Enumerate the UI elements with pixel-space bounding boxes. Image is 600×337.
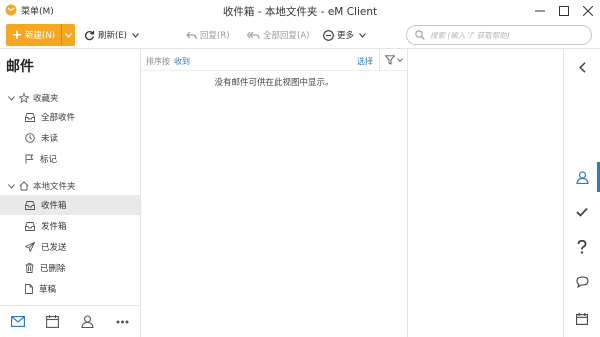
more-button[interactable]: 更多	[323, 29, 369, 41]
inbox-icon	[25, 200, 35, 210]
nav-mail-button[interactable]	[0, 306, 35, 337]
sort-label: 排序按	[146, 57, 170, 66]
more-icon	[116, 320, 129, 323]
chevron-down-icon	[396, 58, 403, 62]
reply-button[interactable]: 回复(R)	[186, 29, 230, 41]
nav-more-button[interactable]	[105, 306, 140, 337]
maximize-button[interactable]	[552, 0, 576, 21]
reply-all-label: 全部回复(A)	[263, 31, 310, 41]
filter-icon	[384, 55, 395, 65]
search-input[interactable]	[430, 30, 580, 40]
nav-calendar-button[interactable]	[35, 306, 70, 337]
sidebar-item-drafts[interactable]: 草稿	[0, 279, 140, 299]
window-title: 收件箱 - 本地文件夹 - eM Client	[222, 6, 378, 18]
chevron-down-icon	[132, 32, 139, 38]
help-button[interactable]	[564, 232, 600, 262]
tasks-button[interactable]	[564, 197, 600, 227]
favorites-label: 收藏夹	[33, 94, 59, 104]
contacts-icon	[81, 315, 94, 328]
new-button[interactable]: + 新建(N)	[6, 24, 75, 46]
chat-button[interactable]	[564, 267, 600, 297]
sort-by-button[interactable]: 收到	[174, 56, 190, 67]
mail-icon	[10, 316, 25, 327]
sidebar-item-label: 已删除	[40, 264, 66, 274]
sidebar-item-deleted[interactable]: 已删除	[0, 258, 140, 278]
sidebar-item-unread[interactable]: 未读	[0, 128, 140, 148]
nav-contacts-button[interactable]	[70, 306, 105, 337]
plus-icon: +	[11, 27, 23, 43]
sidebar-item-inbox[interactable]: 收件箱	[0, 195, 140, 215]
home-icon	[19, 181, 29, 191]
sidebar-item-label: 发件箱	[41, 222, 67, 232]
flag-icon	[25, 154, 34, 164]
sidebar-item-sent[interactable]: 已发送	[0, 237, 140, 257]
chevron-down-icon	[359, 32, 366, 38]
sidebar: 邮件 收藏夹 全部收件 未读 标记 本地文件夹 收件箱 发件箱 已发送 已删除	[0, 49, 141, 337]
outbox-icon	[25, 221, 35, 231]
tasks-check-icon	[576, 207, 588, 217]
sidebar-item-label: 收件箱	[41, 201, 67, 211]
maximize-icon	[559, 5, 569, 16]
send-icon	[25, 242, 35, 252]
sidebar-item-label: 全部收件	[41, 113, 76, 123]
local-folders-group-header[interactable]: 本地文件夹	[8, 180, 76, 192]
more-label: 更多	[337, 31, 355, 41]
search-icon	[415, 30, 425, 40]
module-nav	[0, 305, 140, 337]
sidebar-item-label: 标记	[40, 155, 58, 165]
sidebar-item-all-inbox[interactable]: 全部收件	[0, 107, 140, 127]
calendar-icon	[576, 313, 588, 325]
minimize-icon	[535, 10, 545, 11]
more-circle-icon	[323, 29, 334, 41]
empty-state-text: 没有邮件可供在此视图中显示。	[214, 78, 334, 88]
chat-icon	[575, 276, 589, 288]
toolbar: + 新建(N) 刷新(E) 回复(R) 全部回复(A) 更多 搜索 (输入 '/…	[0, 21, 600, 49]
message-list-header: 排序按 收到 选择	[141, 49, 407, 71]
calendar-icon	[46, 315, 59, 328]
inbox-icon	[25, 112, 35, 122]
sidebar-title: 邮件	[6, 59, 34, 75]
close-button[interactable]	[576, 0, 600, 21]
clock-icon	[25, 133, 35, 143]
select-button[interactable]: 选择	[357, 56, 373, 67]
sidebar-item-outbox[interactable]: 发件箱	[0, 216, 140, 236]
filter-button[interactable]	[379, 49, 407, 71]
chevron-down-icon	[8, 183, 15, 189]
title-bar: 菜单(M) 收件箱 - 本地文件夹 - eM Client	[0, 0, 600, 21]
calendar-panel-button[interactable]	[564, 304, 600, 334]
new-button-label: 新建(N)	[25, 31, 55, 41]
favorites-group-header[interactable]: 收藏夹	[8, 92, 59, 104]
sidebar-item-label: 草稿	[39, 285, 57, 295]
reply-icon	[186, 31, 197, 39]
new-dropdown-button[interactable]	[61, 24, 75, 46]
sidebar-item-label: 未读	[41, 134, 59, 144]
chevron-down-icon	[65, 32, 72, 38]
contact-details-button[interactable]	[564, 162, 600, 192]
trash-icon	[25, 263, 34, 273]
document-icon	[25, 284, 33, 294]
close-icon	[583, 5, 593, 16]
sidebar-item-label: 已发送	[41, 243, 67, 253]
reply-all-button[interactable]: 全部回复(A)	[247, 29, 309, 41]
right-rail	[563, 49, 600, 337]
message-list: 排序按 收到 选择 没有邮件可供在此视图中显示。	[141, 49, 408, 337]
chevron-down-icon	[8, 95, 15, 101]
chevron-left-icon	[578, 61, 586, 73]
refresh-button[interactable]: 刷新(E)	[84, 29, 142, 41]
local-folders-label: 本地文件夹	[33, 182, 76, 192]
collapse-panel-button[interactable]	[564, 52, 600, 82]
reply-all-icon	[247, 31, 260, 39]
refresh-icon	[85, 30, 95, 40]
minimize-button[interactable]	[528, 0, 552, 21]
star-icon	[19, 93, 29, 103]
contact-icon	[575, 170, 589, 184]
help-icon	[577, 240, 587, 254]
sidebar-item-flagged[interactable]: 标记	[0, 149, 140, 169]
refresh-label: 刷新(E)	[98, 31, 128, 41]
reply-label: 回复(R)	[200, 31, 230, 41]
search-box[interactable]	[406, 25, 592, 45]
